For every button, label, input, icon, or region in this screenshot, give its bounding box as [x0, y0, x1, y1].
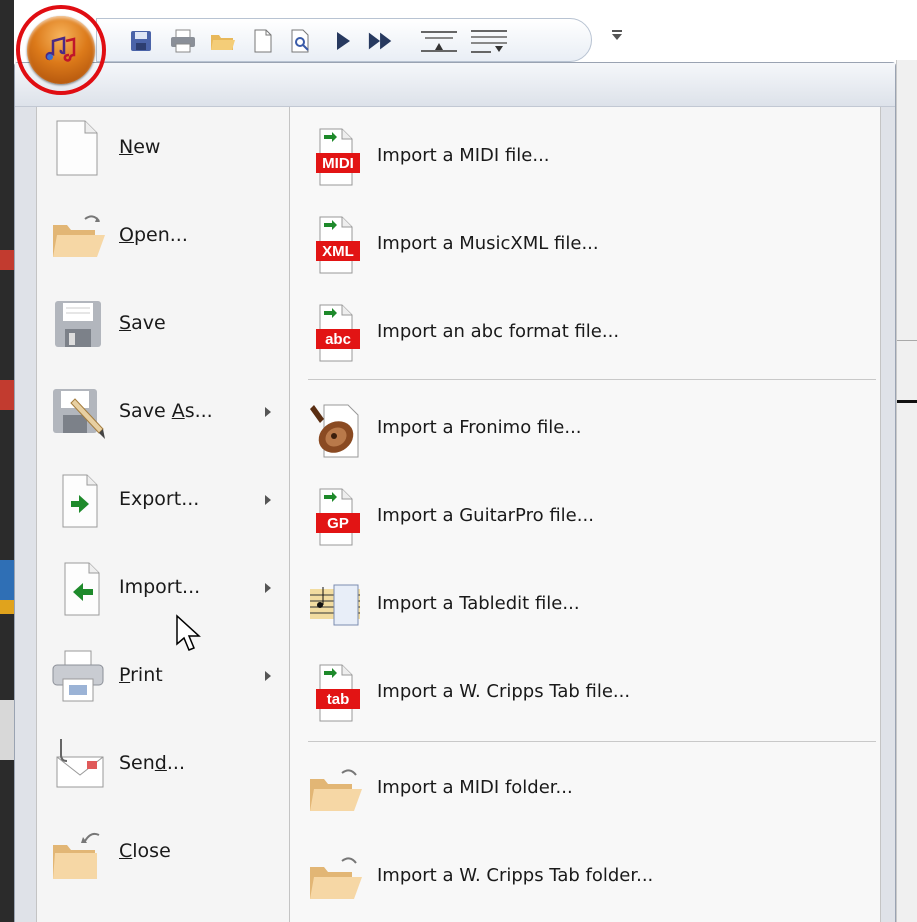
printer-icon: [49, 647, 107, 705]
align-up-icon[interactable]: [419, 27, 459, 55]
save-disk-icon: [49, 295, 107, 353]
import-submenu: MIDI Import a MIDI file... XML Import a …: [289, 107, 881, 922]
submenu-arrow-icon: [265, 407, 271, 417]
menu-item-save[interactable]: Save: [37, 283, 291, 365]
menu-item-open[interactable]: Open...: [37, 195, 291, 277]
menu-separator: [308, 741, 876, 742]
align-down-icon[interactable]: [469, 27, 509, 55]
abc-file-icon: abc: [306, 303, 366, 363]
open-folder-icon: [49, 207, 107, 265]
menu-item-import-midi-folder[interactable]: Import a MIDI folder...: [290, 747, 882, 829]
print-icon[interactable]: [169, 27, 197, 55]
open-icon[interactable]: [209, 27, 237, 55]
submenu-arrow-icon: [265, 495, 271, 505]
tab-file-icon: tab: [306, 663, 366, 723]
tabledit-icon: [306, 575, 366, 635]
submenu-arrow-icon: [265, 671, 271, 681]
svg-text:XML: XML: [322, 243, 354, 260]
svg-text:tab: tab: [327, 691, 350, 708]
fast-forward-icon[interactable]: [367, 27, 395, 55]
application-menu: New Open... Save Save As... Export... Im…: [14, 62, 896, 922]
customize-toolbar-dropdown[interactable]: [610, 30, 624, 46]
new-document-icon: [49, 119, 107, 177]
highlight-circle: [16, 5, 106, 95]
svg-text:abc: abc: [325, 331, 351, 348]
save-as-icon: [49, 383, 107, 441]
background-window-edge: [0, 0, 14, 922]
folder-icon: [306, 847, 366, 907]
musicxml-file-icon: XML: [306, 215, 366, 275]
menu-item-import-tabledit[interactable]: Import a Tabledit file...: [290, 563, 882, 645]
menu-item-export[interactable]: Export...: [37, 459, 291, 541]
mouse-cursor-icon: [176, 614, 201, 651]
quick-access-toolbar: [96, 18, 592, 62]
menu-item-save-as[interactable]: Save As...: [37, 371, 291, 453]
menu-separator: [308, 379, 876, 380]
print-preview-icon[interactable]: [287, 27, 315, 55]
export-icon: [49, 471, 107, 529]
menu-item-close[interactable]: Close: [37, 811, 291, 893]
menu-left-pane: New Open... Save Save As... Export... Im…: [36, 107, 291, 922]
menu-item-import-musicxml[interactable]: XML Import a MusicXML file...: [290, 203, 882, 285]
svg-text:MIDI: MIDI: [322, 155, 354, 172]
menu-header: [15, 63, 895, 107]
import-icon: [49, 559, 107, 617]
menu-item-import-cripps-tab[interactable]: tab Import a W. Cripps Tab file...: [290, 651, 882, 733]
lute-icon: [306, 399, 366, 459]
menu-item-print[interactable]: Print: [37, 635, 291, 717]
play-icon[interactable]: [329, 27, 357, 55]
background-window-right: [896, 60, 917, 922]
folder-icon: [306, 759, 366, 819]
menu-item-import-fronimo[interactable]: Import a Fronimo file...: [290, 387, 882, 469]
menu-item-import-guitarpro[interactable]: GP Import a GuitarPro file...: [290, 475, 882, 557]
close-folder-icon: [49, 823, 107, 881]
menu-item-import-cripps-tab-folder[interactable]: Import a W. Cripps Tab folder...: [290, 835, 882, 917]
new-document-icon[interactable]: [249, 27, 277, 55]
menu-item-import[interactable]: Import...: [37, 547, 291, 629]
submenu-arrow-icon: [265, 583, 271, 593]
svg-text:GP: GP: [327, 515, 349, 532]
guitarpro-file-icon: GP: [306, 487, 366, 547]
menu-item-import-abc[interactable]: abc Import an abc format file...: [290, 291, 882, 373]
menu-item-import-midi[interactable]: MIDI Import a MIDI file...: [290, 115, 882, 197]
menu-item-send[interactable]: Send...: [37, 723, 291, 805]
menu-item-new[interactable]: New: [37, 107, 291, 189]
send-mail-icon: [49, 735, 107, 793]
midi-file-icon: MIDI: [306, 127, 366, 187]
save-icon[interactable]: [127, 27, 155, 55]
